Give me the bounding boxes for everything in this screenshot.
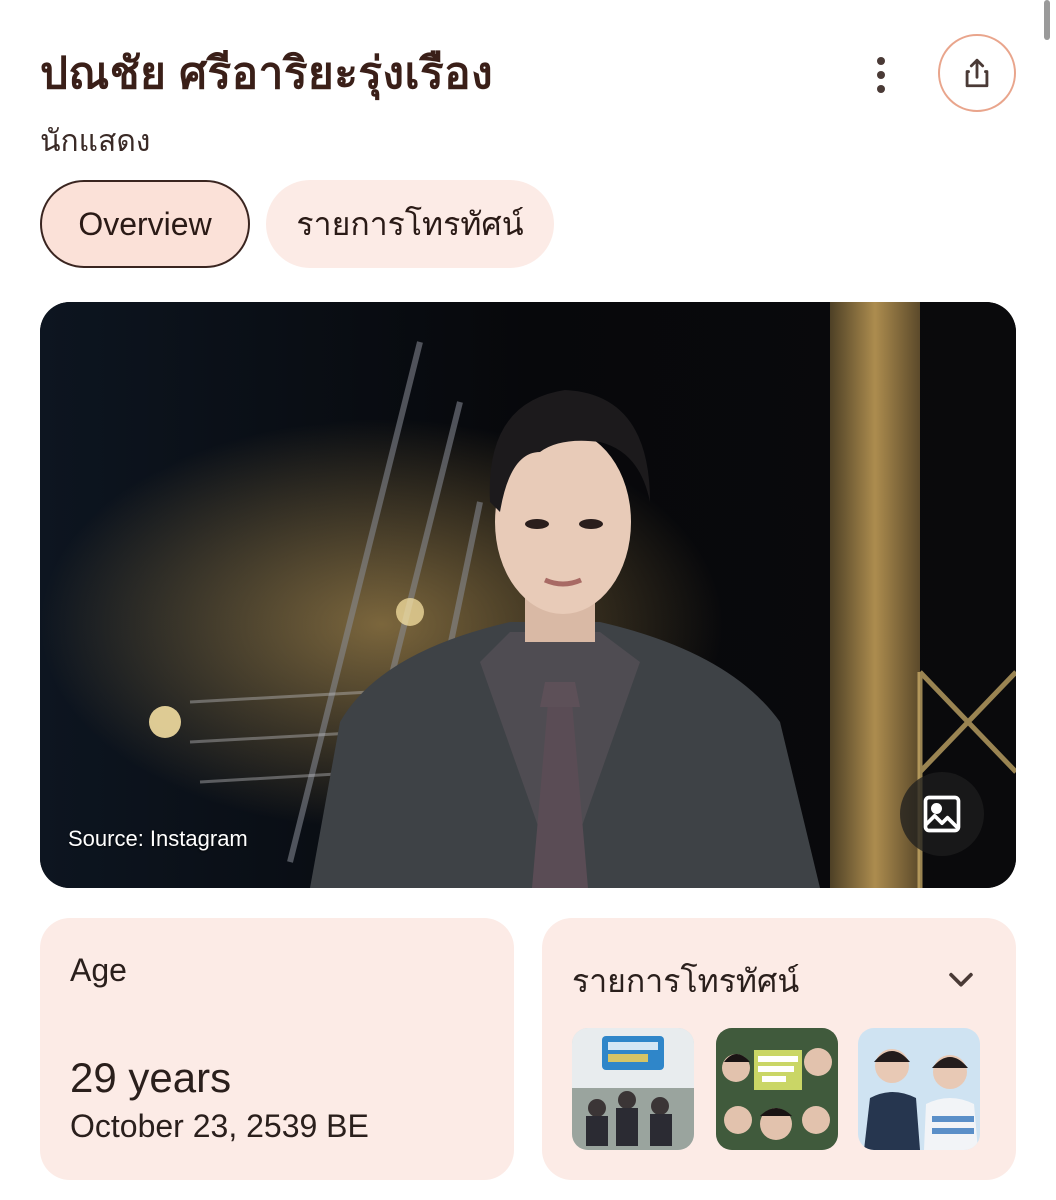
entity-title: ปณชัย ศรีอาริยะรุ่งเรือง [40, 49, 494, 98]
more-vert-icon [877, 57, 885, 65]
tv-show-poster-1[interactable] [572, 1028, 694, 1150]
hero-photo [40, 302, 1016, 888]
scrollbar[interactable] [1044, 0, 1050, 40]
more-options-button[interactable] [858, 50, 904, 100]
image-gallery-button[interactable] [900, 772, 984, 856]
image-source-label: Source: Instagram [68, 826, 248, 851]
tv-show-poster-2[interactable] [716, 1028, 838, 1150]
tv-shows-card[interactable]: รายการโทรทัศน์ [542, 918, 1016, 1180]
chevron-down-icon[interactable] [944, 962, 978, 996]
share-icon [965, 58, 989, 88]
entity-subtitle: นักแสดง [40, 125, 151, 158]
image-gallery-icon [923, 795, 961, 833]
hero-image[interactable]: Source: Instagram [40, 302, 1016, 888]
birth-date: October 23, 2539 BE [70, 1108, 369, 1144]
tab-tv-shows[interactable]: รายการโทรทัศน์ [266, 180, 554, 268]
age-label: Age [70, 952, 127, 988]
tv-shows-label: รายการโทรทัศน์ [572, 963, 800, 999]
tv-show-poster-3[interactable] [858, 1028, 980, 1150]
share-button[interactable] [938, 34, 1016, 112]
age-card[interactable]: Age 29 years October 23, 2539 BE [40, 918, 514, 1180]
tab-overview[interactable]: Overview [40, 180, 250, 268]
age-value: 29 years [70, 1054, 232, 1101]
